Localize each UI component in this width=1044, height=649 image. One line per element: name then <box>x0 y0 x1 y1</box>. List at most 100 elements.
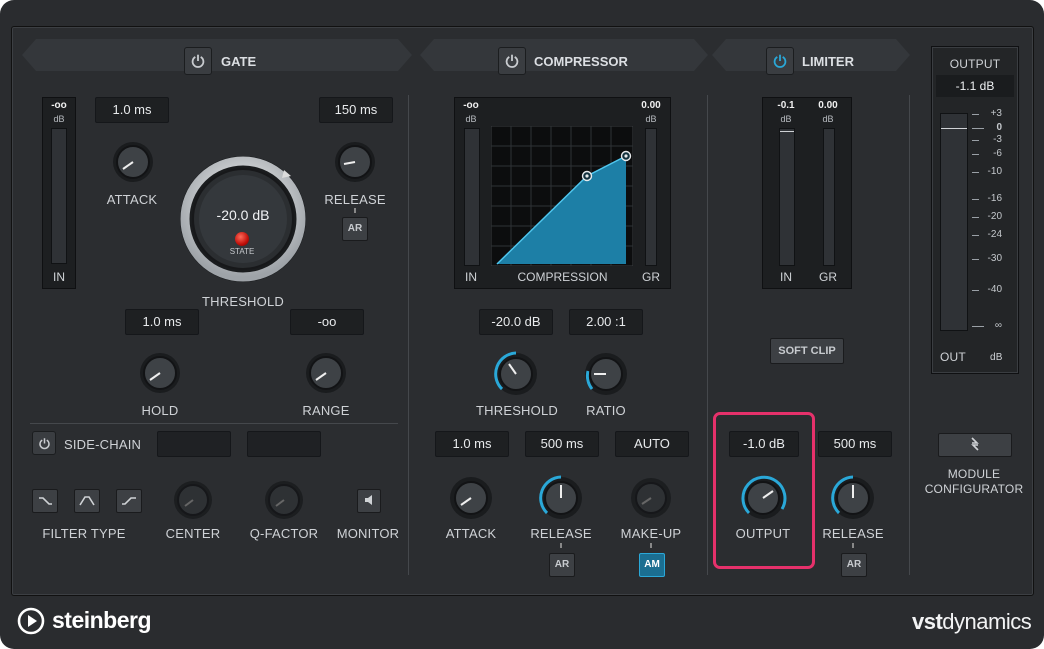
gate-attack-knob[interactable] <box>110 139 156 185</box>
compressor-ratio-label: RATIO <box>586 403 626 418</box>
compressor-title: COMPRESSOR <box>534 54 628 69</box>
compressor-in-meter-label: IN <box>465 270 477 284</box>
compressor-makeup-knob[interactable] <box>626 473 676 523</box>
compressor-ratio-display[interactable]: 2.00 :1 <box>569 309 643 335</box>
filter-bandpass-button[interactable] <box>74 489 100 513</box>
compressor-in-meter-bar <box>464 128 480 266</box>
bandpass-filter-icon <box>79 496 95 506</box>
limiter-release-display[interactable]: 500 ms <box>818 431 892 457</box>
limiter-release-ar-link <box>852 543 854 548</box>
compressor-meter-panel: -oo dB IN 0.00 dB GR COMPRESSION <box>454 97 671 289</box>
output-meter-value: -1.1 dB <box>936 75 1014 97</box>
gate-title: GATE <box>221 54 257 69</box>
steinberg-logo-icon <box>17 607 45 635</box>
output-scale-tick <box>972 235 979 236</box>
gate-release-label: RELEASE <box>324 192 386 207</box>
gate-release-knob[interactable] <box>332 139 378 185</box>
monitor-button[interactable] <box>357 489 381 513</box>
limiter-gr-meter-unit: dB <box>822 114 834 124</box>
output-scale-label: -10 <box>987 166 1002 177</box>
limiter-in-peak-marker <box>780 131 794 132</box>
gate-range-knob[interactable] <box>303 350 349 396</box>
output-scale-tick <box>972 259 979 260</box>
compressor-release-display[interactable]: 500 ms <box>525 431 599 457</box>
gate-release-display[interactable]: 150 ms <box>319 97 393 123</box>
output-scale-label: ∞ <box>994 320 1002 331</box>
compressor-release-knob[interactable] <box>536 473 586 523</box>
footer-bar: steinberg vstdynamics <box>0 598 1044 649</box>
output-scale-tick <box>972 217 979 218</box>
limiter-release-label: RELEASE <box>822 526 884 541</box>
compressor-release-ar-button[interactable]: AR <box>549 553 575 577</box>
output-scale-tick <box>972 199 979 200</box>
gate-in-meter-bar <box>51 128 67 264</box>
gate-sidechain-divider <box>30 423 398 424</box>
highlight-box-output <box>713 412 815 569</box>
compressor-attack-knob[interactable] <box>446 473 496 523</box>
compressor-release-ar-link <box>560 543 562 548</box>
compressor-release-label: RELEASE <box>530 526 592 541</box>
compressor-in-meter-value: -oo <box>463 100 479 111</box>
gate-header-banner <box>22 39 412 71</box>
limiter-in-meter-value: -0.1 <box>777 100 795 111</box>
compressor-ratio-knob[interactable] <box>581 349 631 399</box>
compressor-makeup-am-link <box>650 543 652 548</box>
product-name-bold: vst <box>912 609 943 634</box>
limiter-output-separator <box>909 95 910 575</box>
sidechain-qfactor-display[interactable] <box>247 431 321 457</box>
lowcut-filter-icon <box>39 497 52 505</box>
output-meter-bar <box>940 113 968 331</box>
compressor-threshold-knob[interactable] <box>491 349 541 399</box>
gate-attack-label: ATTACK <box>106 192 158 207</box>
center-label: CENTER <box>165 526 221 541</box>
output-meter-title: OUTPUT <box>949 57 1001 71</box>
compressor-threshold-display[interactable]: -20.0 dB <box>479 309 553 335</box>
gate-in-meter: -oo dB IN <box>42 97 76 289</box>
module-configurator-label-line2: CONFIGURATOR <box>924 482 1024 496</box>
vst-dynamics-product-name: vstdynamics <box>912 609 1032 635</box>
gate-hold-knob[interactable] <box>137 350 183 396</box>
output-scale-label: -24 <box>987 229 1002 240</box>
sidechain-power-button[interactable] <box>32 431 56 455</box>
output-meter-panel: OUTPUT -1.1 dB +3 0 -3 -6 -10 -16 -20 -24 -30 -40… <box>931 46 1019 374</box>
output-scale-label: -40 <box>987 284 1002 295</box>
compressor-makeup-am-button[interactable]: AM <box>639 553 665 577</box>
gate-attack-display[interactable]: 1.0 ms <box>95 97 169 123</box>
compression-graph-label: COMPRESSION <box>517 270 608 284</box>
compressor-power-button[interactable] <box>498 47 526 75</box>
plugin-panel: GATE -oo dB IN 1.0 ms 150 ms ATTACK RELE… <box>11 26 1034 596</box>
limiter-gr-meter-value: 0.00 <box>818 100 838 111</box>
monitor-label: MONITOR <box>336 526 400 541</box>
compressor-attack-display[interactable]: 1.0 ms <box>435 431 509 457</box>
limiter-release-knob[interactable] <box>828 473 878 523</box>
limiter-in-meter-bar <box>779 128 795 266</box>
output-scale-label: -6 <box>993 148 1002 159</box>
filter-highcut-button[interactable] <box>116 489 142 513</box>
gate-release-ar-button[interactable]: AR <box>342 217 368 241</box>
output-scale-label: -20 <box>987 211 1002 222</box>
gate-range-display[interactable]: -oo <box>290 309 364 335</box>
output-scale-tick <box>972 172 979 173</box>
compressor-makeup-display[interactable]: AUTO <box>615 431 689 457</box>
output-meter-out-label: OUT <box>940 350 966 364</box>
gate-hold-display[interactable]: 1.0 ms <box>125 309 199 335</box>
limiter-power-button[interactable] <box>766 47 794 75</box>
limiter-title: LIMITER <box>802 54 854 69</box>
filter-lowcut-button[interactable] <box>32 489 58 513</box>
module-configurator-button[interactable] <box>938 433 1012 457</box>
sidechain-center-knob[interactable] <box>170 477 216 523</box>
sidechain-center-display[interactable] <box>157 431 231 457</box>
compressor-attack-label: ATTACK <box>445 526 497 541</box>
gate-threshold-label: THRESHOLD <box>202 294 284 309</box>
module-configurator-label: MODULE CONFIGURATOR <box>912 467 1036 497</box>
output-meter-peak-marker <box>941 128 967 129</box>
compressor-gr-meter-label: GR <box>642 270 660 284</box>
sidechain-qfactor-knob[interactable] <box>261 477 307 523</box>
compression-curve-graph[interactable] <box>491 126 633 266</box>
compressor-makeup-label: MAKE-UP <box>620 526 682 541</box>
soft-clip-button[interactable]: SOFT CLIP <box>770 338 844 364</box>
gate-power-button[interactable] <box>184 47 212 75</box>
limiter-release-ar-button[interactable]: AR <box>841 553 867 577</box>
gate-in-meter-unit: dB <box>53 114 65 124</box>
compressor-in-meter-unit: dB <box>465 114 477 124</box>
